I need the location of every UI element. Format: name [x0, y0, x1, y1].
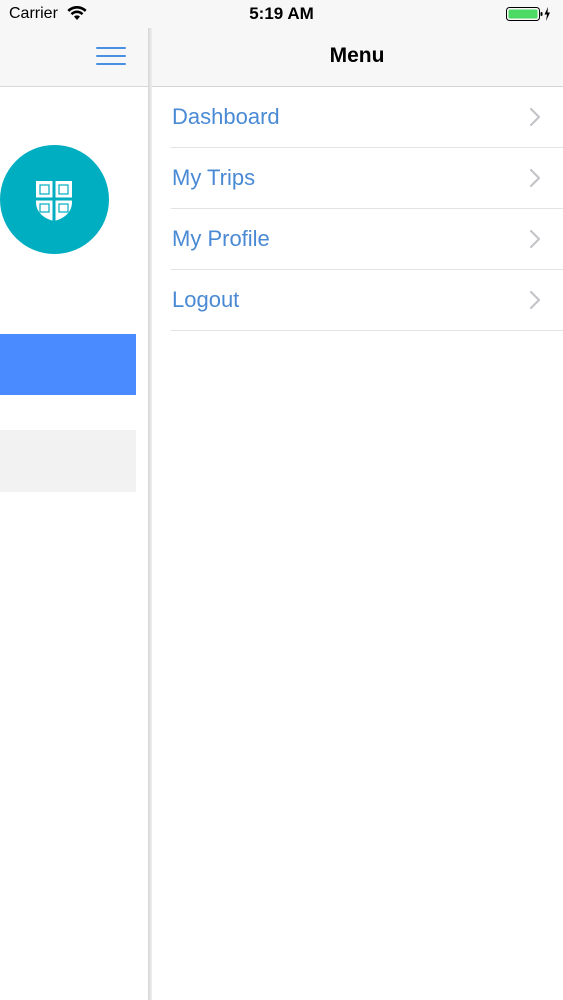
menu-list: Dashboard My Trips My Profile Logout — [151, 87, 563, 331]
menu-nav-bar: Menu — [151, 28, 563, 87]
menu-drawer: Menu Dashboard My Trips My Profile Logou… — [151, 28, 563, 1000]
drawer-shadow — [148, 28, 152, 1000]
menu-item-logout[interactable]: Logout — [171, 270, 563, 331]
chevron-right-icon — [529, 107, 541, 132]
primary-button[interactable] — [0, 334, 136, 395]
menu-item-my-profile[interactable]: My Profile — [171, 209, 563, 270]
avatar — [0, 145, 109, 254]
status-bar: Carrier 5:19 AM — [0, 0, 563, 28]
battery-charging-icon — [506, 6, 551, 27]
hamburger-menu-icon[interactable] — [96, 47, 126, 67]
menu-item-label: My Profile — [172, 226, 270, 251]
left-nav-bar — [0, 28, 150, 87]
clock-time: 5:19 AM — [249, 4, 314, 23]
chevron-right-icon — [529, 168, 541, 193]
chevron-right-icon — [529, 290, 541, 315]
chevron-right-icon — [529, 229, 541, 254]
input-field[interactable] — [0, 430, 136, 492]
menu-item-label: Logout — [172, 287, 240, 312]
menu-item-label: My Trips — [172, 165, 256, 190]
underlying-screen — [0, 28, 150, 1000]
shield-crest-icon — [36, 181, 72, 221]
menu-item-my-trips[interactable]: My Trips — [171, 148, 563, 209]
menu-item-dashboard[interactable]: Dashboard — [171, 87, 563, 148]
menu-item-label: Dashboard — [172, 104, 280, 129]
menu-title: Menu — [329, 44, 385, 67]
